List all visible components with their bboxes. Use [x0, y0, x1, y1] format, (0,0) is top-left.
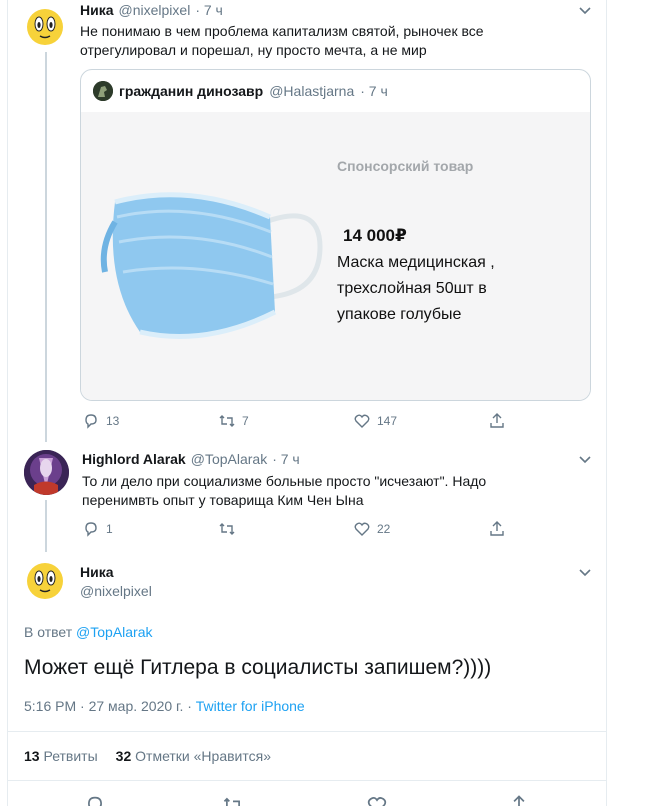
product-description: Маска медицинская , трехслойная 50шт в у… [337, 254, 495, 323]
avatar[interactable] [24, 450, 69, 495]
retweet-icon [219, 523, 235, 535]
author-name[interactable]: Ника [80, 2, 114, 18]
avatar[interactable] [24, 6, 66, 48]
divider [8, 731, 606, 732]
reply-to-handle-link[interactable]: @TopAlarak [76, 624, 152, 640]
alarak-avatar-icon [24, 450, 69, 495]
left-column-border [7, 0, 8, 806]
tweet-header: Highlord Alarak @TopAlarak · 7 ч [82, 451, 300, 467]
reply-count: 13 [106, 414, 120, 428]
reply-button[interactable]: 13 [82, 412, 119, 430]
tweet-timestamp: 5:16 PM · 27 мар. 2020 г. · Twitter for … [24, 698, 305, 714]
tweet-time[interactable]: · 7 ч [195, 2, 223, 18]
author-name[interactable]: Highlord Alarak [82, 451, 186, 467]
tweet-header: Ника @nixelpixel · 7 ч [80, 2, 223, 18]
chevron-down-icon[interactable] [578, 566, 592, 580]
avatar[interactable] [24, 560, 66, 602]
avatar-smiley-icon [27, 563, 63, 599]
like-count: 147 [377, 414, 398, 428]
reply-count: 1 [106, 522, 113, 536]
author-name: Ника [80, 564, 114, 580]
thread-line [45, 52, 47, 442]
chevron-down-icon[interactable] [578, 4, 592, 18]
heart-icon [367, 797, 387, 806]
author-handle[interactable]: @nixelpixel [119, 2, 191, 18]
retweet-button[interactable] [218, 520, 242, 538]
sponsored-label: Спонсорский товар [337, 158, 474, 174]
retweet-count: 7 [242, 414, 249, 428]
divider [8, 780, 606, 781]
share-icon [490, 413, 504, 428]
reply-icon [85, 522, 97, 537]
chevron-down-icon[interactable] [578, 453, 592, 467]
heart-icon [354, 414, 370, 428]
quote-time: · 7 ч [360, 83, 388, 99]
engagement-stats: 13 Ретвиты 32 Отметки «Нравится» [24, 748, 271, 764]
retweet-button[interactable]: 7 [218, 412, 249, 430]
right-column-border [606, 0, 607, 806]
like-button[interactable] [366, 794, 388, 806]
dinosaur-avatar-icon [93, 81, 113, 101]
source-link[interactable]: Twitter for iPhone [196, 698, 305, 714]
quote-author-handle: @Halastjarna [269, 83, 355, 99]
share-button[interactable] [508, 794, 530, 806]
reply-to-line: В ответ @TopAlarak [24, 624, 153, 640]
tweet-text: Не понимаю в чем проблема капитализм свя… [80, 23, 484, 58]
retweet-icon [219, 415, 235, 427]
retweet-icon [223, 797, 240, 806]
tweet-time[interactable]: · 7 ч [272, 451, 300, 467]
reply-icon [88, 796, 102, 806]
quoted-tweet-card[interactable]: гражданин динозавр @Halastjarna · 7 ч Сп… [80, 69, 591, 401]
likes-stat[interactable]: 32 Отметки «Нравится» [116, 748, 271, 764]
quote-image[interactable]: Спонсорский товар 14 000₽ Маска медицинс… [81, 112, 590, 400]
share-icon [490, 521, 504, 536]
like-button[interactable]: 22 [353, 520, 390, 538]
retweet-button[interactable] [222, 794, 244, 806]
like-count: 22 [377, 522, 391, 536]
author-handle: @nixelpixel [80, 583, 152, 599]
retweets-stat[interactable]: 13 Ретвиты [24, 748, 98, 764]
author-handle[interactable]: @TopAlarak [191, 451, 267, 467]
medical-mask-icon [100, 192, 323, 339]
avatar-smiley-icon [27, 9, 63, 45]
like-button[interactable]: 147 [353, 412, 397, 430]
quote-header: гражданин динозавр @Halastjarna · 7 ч [93, 81, 388, 101]
thread-line [45, 500, 47, 552]
heart-icon [354, 522, 370, 536]
reply-icon [85, 414, 97, 429]
tweet-text: То ли дело при социализме больные просто… [82, 473, 487, 508]
share-button[interactable] [488, 520, 506, 538]
main-tweet-text: Может ещё Гитлера в социалисты запишем?)… [24, 656, 492, 679]
quote-avatar [93, 81, 113, 101]
share-button[interactable] [488, 412, 506, 430]
reply-button[interactable]: 1 [82, 520, 113, 538]
reply-button[interactable] [84, 794, 106, 806]
price: 14 000₽ [343, 226, 407, 245]
main-author[interactable]: Ника @nixelpixel [80, 564, 152, 599]
quote-author-name: гражданин динозавр [119, 83, 264, 99]
share-icon [513, 795, 525, 806]
